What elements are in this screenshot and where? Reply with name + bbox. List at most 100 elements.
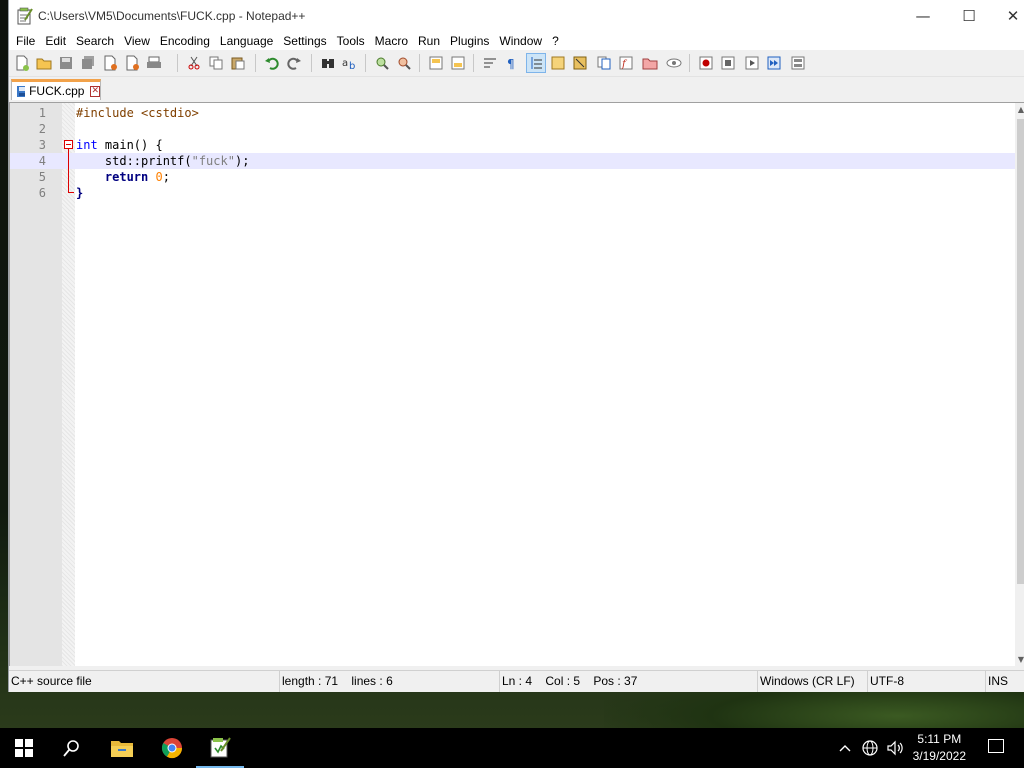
code-editor[interactable]: 1 #include <cstdio> 2 3 int main() { 4 s…	[9, 102, 1024, 666]
open-file-button[interactable]	[35, 54, 53, 72]
fold-collapse-icon[interactable]	[64, 140, 73, 149]
code-line[interactable]: 3 int main() {	[10, 137, 1024, 153]
status-eol[interactable]: Windows (CR LF)	[757, 671, 867, 692]
status-encoding[interactable]: UTF-8	[867, 671, 985, 692]
title-bar[interactable]: C:\Users\VM5\Documents\FUCK.cpp - Notepa…	[9, 0, 1024, 32]
menu-encoding[interactable]: Encoding	[155, 32, 215, 50]
menu-help[interactable]: ?	[547, 32, 564, 50]
close-window-button[interactable]: ✕	[990, 0, 1024, 32]
start-button[interactable]	[0, 728, 48, 768]
monitoring-button[interactable]	[665, 54, 683, 72]
search-taskbar-button[interactable]	[48, 728, 96, 768]
toolbar-separator	[419, 54, 420, 72]
show-all-chars-button[interactable]: ¶	[503, 54, 521, 72]
scroll-thumb[interactable]	[1017, 119, 1024, 584]
close-icon: ✕	[1006, 7, 1020, 25]
scissors-icon	[188, 56, 200, 70]
fast-forward-icon	[767, 56, 781, 70]
close-file-button[interactable]	[101, 54, 119, 72]
chrome-icon	[161, 738, 183, 759]
menu-language[interactable]: Language	[215, 32, 278, 50]
sync-horizontal-button[interactable]	[449, 54, 467, 72]
close-all-button[interactable]	[123, 54, 141, 72]
menu-window[interactable]: Window	[494, 32, 547, 50]
menu-view[interactable]: View	[119, 32, 155, 50]
macro-play-button[interactable]	[743, 54, 761, 72]
folder-workspace-icon	[642, 58, 658, 70]
zoom-in-button[interactable]	[373, 54, 391, 72]
folder-workspace-button[interactable]	[641, 54, 659, 72]
copy-button[interactable]	[207, 54, 225, 72]
undo-button[interactable]	[263, 54, 281, 72]
zoom-out-icon	[398, 57, 411, 70]
find-button[interactable]	[319, 54, 337, 72]
semicolon-token: ;	[162, 170, 170, 184]
macro-stop-button[interactable]	[719, 54, 737, 72]
volume-button[interactable]	[886, 728, 906, 768]
cut-button[interactable]	[185, 54, 203, 72]
chrome-button[interactable]	[148, 728, 196, 768]
menu-settings[interactable]: Settings	[278, 32, 331, 50]
code-line[interactable]: 2	[10, 121, 1024, 137]
vertical-scrollbar[interactable]: ▲ ▼	[1015, 103, 1024, 666]
tab-fuck-cpp[interactable]: FUCK.cpp ✕	[11, 79, 101, 100]
code-line-current[interactable]: 4 std::printf("fuck");	[10, 153, 1024, 169]
globe-icon	[862, 740, 878, 756]
sync-vertical-button[interactable]	[427, 54, 445, 72]
printer-icon	[147, 56, 161, 68]
code-text: return 0;	[76, 169, 170, 185]
menu-run[interactable]: Run	[413, 32, 445, 50]
file-explorer-button[interactable]	[98, 728, 146, 768]
doc-list-button[interactable]	[595, 54, 613, 72]
menu-macro[interactable]: Macro	[370, 32, 413, 50]
word-wrap-button[interactable]	[481, 54, 499, 72]
toolbar: ab ¶ f	[9, 50, 1024, 77]
status-insert-mode[interactable]: INS	[985, 671, 1024, 692]
code-line[interactable]: 5 return 0;	[10, 169, 1024, 185]
indent-guide-icon	[531, 57, 542, 69]
macro-save-button[interactable]	[789, 54, 807, 72]
maximize-button[interactable]: ☐	[946, 0, 992, 32]
tray-chevron-button[interactable]	[836, 728, 854, 768]
windows-logo-icon	[15, 739, 33, 757]
network-button[interactable]	[860, 728, 880, 768]
code-text: #include <cstdio>	[76, 105, 199, 121]
menu-edit[interactable]: Edit	[40, 32, 71, 50]
save-all-button[interactable]	[79, 54, 97, 72]
zoom-out-button[interactable]	[395, 54, 413, 72]
toolbar-separator	[255, 54, 256, 72]
code-line[interactable]: 1 #include <cstdio>	[10, 105, 1024, 121]
menu-file[interactable]: File	[11, 32, 40, 50]
minimize-icon: —	[915, 7, 931, 25]
udl-button[interactable]	[549, 54, 567, 72]
code-text: std::printf("fuck");	[76, 153, 250, 169]
line-number: 5	[38, 170, 46, 184]
scroll-up-icon[interactable]: ▲	[1018, 105, 1024, 114]
tab-close-icon[interactable]: ✕	[90, 85, 100, 97]
minimize-button[interactable]: —	[900, 0, 946, 32]
notification-icon[interactable]	[988, 739, 1004, 753]
search-icon	[63, 740, 79, 757]
code-line[interactable]: 6 }	[10, 185, 1024, 201]
user-defined-language-icon	[551, 56, 565, 70]
notepadpp-taskbar-button[interactable]	[196, 728, 244, 768]
macro-run-multiple-button[interactable]	[765, 54, 783, 72]
print-button[interactable]	[145, 54, 163, 72]
scroll-down-icon[interactable]: ▼	[1018, 655, 1024, 664]
replace-button[interactable]: ab	[341, 54, 359, 72]
menu-plugins[interactable]: Plugins	[445, 32, 494, 50]
taskbar-clock[interactable]: 5:11 PM 3/19/2022	[913, 731, 966, 765]
paste-button[interactable]	[229, 54, 247, 72]
macro-record-button[interactable]	[697, 54, 715, 72]
doc-map-button[interactable]	[571, 54, 589, 72]
menu-search[interactable]: Search	[71, 32, 119, 50]
indent-guide-button[interactable]	[526, 53, 546, 73]
new-file-button[interactable]	[13, 54, 31, 72]
redo-button[interactable]	[285, 54, 303, 72]
line-number: 1	[38, 106, 46, 120]
code-text: int main() {	[76, 137, 163, 153]
menu-tools[interactable]: Tools	[332, 32, 370, 50]
line-number: 6	[38, 186, 46, 200]
save-button[interactable]	[57, 54, 75, 72]
function-list-button[interactable]: f	[617, 54, 635, 72]
